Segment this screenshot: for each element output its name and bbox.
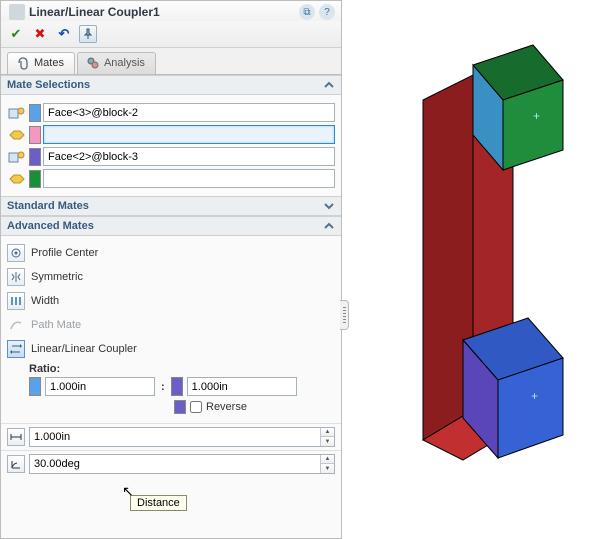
selection-input-c[interactable] [43, 147, 335, 166]
section-standard-mates-header[interactable]: Standard Mates [1, 196, 341, 216]
analysis-icon [86, 56, 100, 70]
cube-origin-marker: + [531, 389, 538, 403]
mate-feature-icon [9, 4, 25, 20]
tab-mates[interactable]: Mates [7, 52, 75, 74]
section-standard-mates-label: Standard Mates [7, 200, 323, 212]
mate-entity-icon [7, 148, 27, 166]
selection-input-d[interactable] [43, 169, 335, 188]
angle-input[interactable] [30, 458, 320, 470]
reverse-label: Reverse [206, 401, 247, 413]
swatch-d [29, 170, 41, 188]
option-profile-center[interactable]: Profile Center [7, 241, 335, 265]
tab-analysis-label: Analysis [104, 57, 145, 69]
action-bar: ✔ ✖ ↶ [1, 21, 341, 48]
swatch-b [29, 126, 41, 144]
distance-icon [7, 428, 25, 446]
cancel-button[interactable]: ✖ [31, 25, 49, 43]
ratio-swatch-b [171, 377, 183, 396]
tooltip: Distance [130, 495, 187, 511]
property-panel: Linear/Linear Coupler1 ⧉ ? ✔ ✖ ↶ Mates A… [0, 0, 342, 539]
ok-button[interactable]: ✔ [7, 25, 25, 43]
reverse-swatch [174, 400, 186, 414]
angle-spin-up[interactable]: ▲ [321, 455, 334, 464]
option-path-mate: Path Mate [7, 313, 335, 337]
tab-mates-label: Mates [34, 57, 64, 69]
ratio-separator: : [159, 381, 167, 393]
section-mate-selections-header[interactable]: Mate Selections [1, 75, 341, 95]
distance-spin-down[interactable]: ▼ [321, 437, 334, 446]
distance-input-wrap: ▲ ▼ [29, 427, 335, 447]
undo-button[interactable]: ↶ [55, 25, 73, 43]
section-mate-selections-label: Mate Selections [7, 79, 323, 91]
ratio-input-b[interactable] [187, 377, 297, 396]
angle-icon [7, 455, 25, 473]
settings-help-icon[interactable]: ⧉ [299, 4, 315, 20]
chevron-up-icon [323, 220, 335, 232]
chevron-up-icon [323, 79, 335, 91]
pin-button[interactable] [79, 25, 97, 43]
green-cube: + [473, 45, 563, 170]
angle-input-wrap: ▲ ▼ [29, 454, 335, 474]
option-path-mate-label: Path Mate [31, 319, 81, 331]
distance-row: ▲ ▼ [1, 423, 341, 450]
tab-analysis[interactable]: Analysis [77, 52, 156, 74]
option-symmetric-label: Symmetric [31, 271, 83, 283]
paperclip-icon [16, 56, 30, 70]
option-linear-coupler[interactable]: Linear/Linear Coupler [7, 337, 335, 361]
section-advanced-mates-body: Profile Center Symmetric Width Path Mate… [1, 236, 341, 423]
option-linear-coupler-label: Linear/Linear Coupler [31, 343, 137, 355]
panel-titlebar: Linear/Linear Coupler1 ⧉ ? [1, 1, 341, 21]
option-profile-center-label: Profile Center [31, 247, 98, 259]
distance-input[interactable] [30, 431, 320, 443]
tab-bar: Mates Analysis [1, 48, 341, 75]
angle-row: ▲ ▼ [1, 450, 341, 477]
option-width[interactable]: Width [7, 289, 335, 313]
3d-viewport[interactable]: + + [342, 0, 593, 539]
selection-input-a[interactable] [43, 103, 335, 122]
cube-origin-marker: + [533, 109, 540, 123]
distance-spin-up[interactable]: ▲ [321, 428, 334, 437]
ratio-input-a[interactable] [45, 377, 155, 396]
section-mate-selections-body [1, 95, 341, 196]
mate-component-icon [7, 170, 27, 188]
mate-component-icon [7, 126, 27, 144]
swatch-a [29, 104, 41, 122]
chevron-down-icon [323, 200, 335, 212]
reverse-checkbox[interactable] [190, 401, 202, 413]
panel-title: Linear/Linear Coupler1 [29, 5, 295, 19]
path-mate-icon [7, 316, 25, 334]
section-advanced-mates-header[interactable]: Advanced Mates [1, 216, 341, 236]
3d-scene: + + [363, 40, 573, 500]
angle-spin-down[interactable]: ▼ [321, 464, 334, 473]
profile-center-icon [7, 244, 25, 262]
ratio-swatch-a [29, 377, 41, 396]
selection-input-b[interactable] [43, 125, 335, 144]
section-advanced-mates-label: Advanced Mates [7, 220, 323, 232]
option-width-label: Width [31, 295, 59, 307]
symmetric-icon [7, 268, 25, 286]
ratio-block: Ratio: : Reverse [29, 363, 335, 414]
linear-coupler-icon [7, 340, 25, 358]
ratio-label: Ratio: [29, 363, 335, 375]
help-icon[interactable]: ? [319, 4, 335, 20]
reverse-row: Reverse [174, 400, 335, 414]
swatch-c [29, 148, 41, 166]
option-symmetric[interactable]: Symmetric [7, 265, 335, 289]
mate-entity-icon [7, 104, 27, 122]
width-icon [7, 292, 25, 310]
